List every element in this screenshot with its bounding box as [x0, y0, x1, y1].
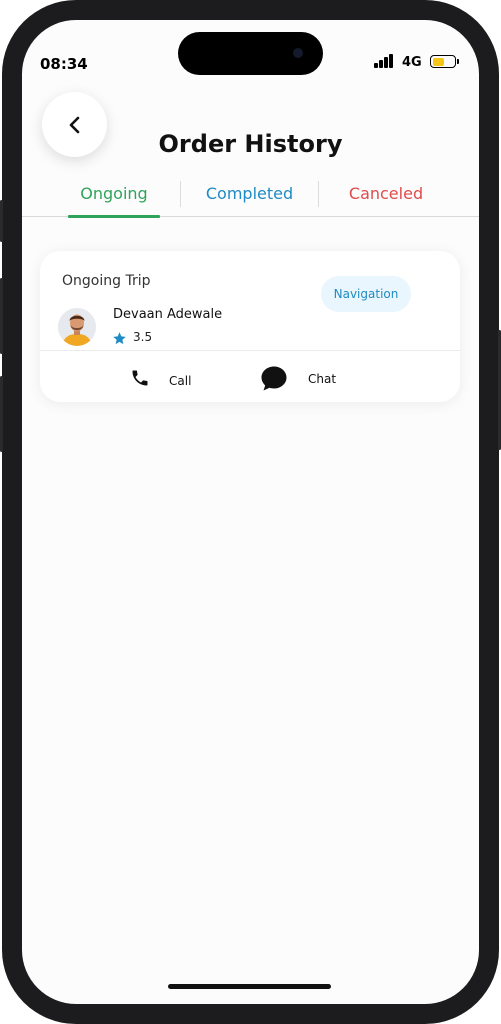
phone-icon[interactable] [130, 368, 150, 388]
avatar [58, 308, 96, 346]
network-label: 4G [402, 55, 422, 70]
battery-tip [457, 59, 459, 64]
app-screen: 08:34 4G Order History Ongoing Completed… [22, 20, 479, 1004]
order-tabs: Ongoing Completed Canceled [22, 175, 479, 218]
navigation-button[interactable]: Navigation [321, 276, 411, 312]
battery-icon [430, 55, 456, 68]
trip-card-heading: Ongoing Trip [62, 273, 151, 289]
tab-completed[interactable]: Completed [192, 179, 307, 209]
battery-level [432, 57, 445, 66]
star-icon [113, 332, 126, 345]
tab-divider [180, 181, 181, 207]
call-button[interactable]: Call [169, 374, 191, 388]
volume-down-button [0, 376, 3, 452]
tab-ongoing[interactable]: Ongoing [68, 179, 160, 209]
active-tab-indicator [68, 215, 160, 218]
page-title: Order History [158, 130, 343, 158]
driver-name: Devaan Adewale [113, 307, 223, 322]
driver-portrait [58, 308, 96, 346]
home-indicator[interactable] [168, 984, 331, 989]
status-time: 08:34 [40, 55, 88, 73]
tab-canceled[interactable]: Canceled [338, 179, 434, 209]
driver-rating: 3.5 [133, 330, 153, 344]
chat-bubble-icon[interactable] [260, 365, 288, 392]
card-divider [40, 350, 460, 351]
dynamic-island [178, 32, 323, 75]
tab-divider [318, 181, 319, 207]
silent-switch [0, 200, 3, 242]
signal-icon [374, 54, 394, 68]
camera-icon [293, 48, 303, 58]
volume-up-button [0, 278, 3, 354]
trip-card: Ongoing Trip Navigation Devaan Adewale 3… [40, 251, 460, 402]
chat-button[interactable]: Chat [308, 372, 336, 386]
